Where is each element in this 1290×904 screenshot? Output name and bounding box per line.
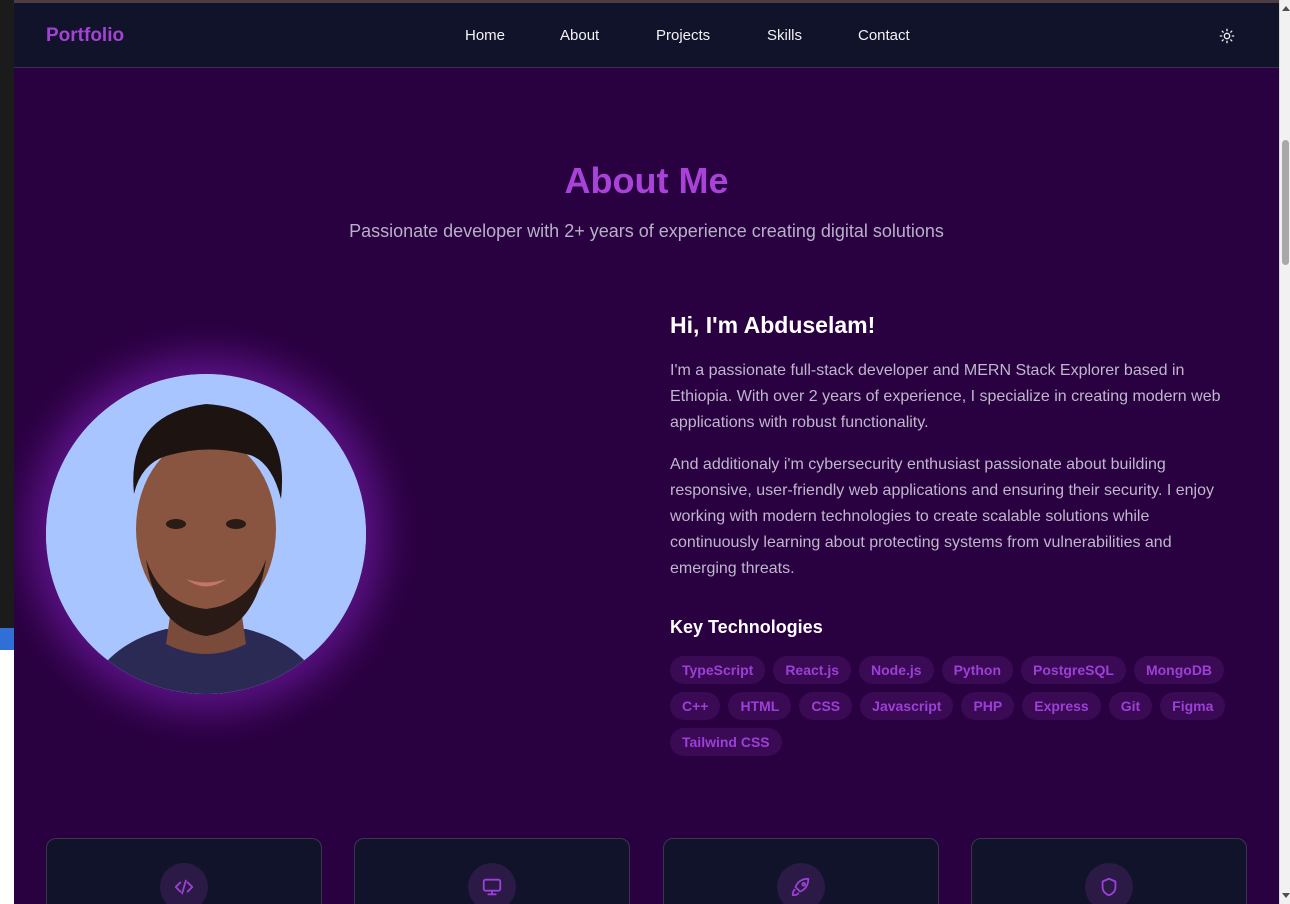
technology-tags: TypeScript React.js Node.js Python Postg… [670,656,1250,756]
tech-tag: Javascript [860,692,954,720]
sun-icon [1219,28,1235,44]
tech-tag: PHP [961,692,1015,720]
section-subtitle: Passionate developer with 2+ years of ex… [349,221,944,241]
tech-tag: Figma [1160,692,1226,720]
card-icon-wrapper [468,863,516,904]
scroll-up-arrow-icon[interactable] [1282,6,1290,11]
feature-card-shield [971,838,1247,904]
portfolio-page: Portfolio Home About Projects Skills Con… [14,0,1279,904]
navbar: Portfolio Home About Projects Skills Con… [14,0,1279,68]
monitor-icon [482,878,502,896]
tech-tag: MongoDB [1133,656,1225,684]
tech-tag: CSS [799,692,853,720]
section-title: About Me [564,160,729,201]
key-technologies-heading: Key Technologies [670,617,823,637]
code-icon [174,879,194,895]
feature-card-code [46,838,322,904]
tech-tag: HTML [728,692,792,720]
about-paragraph-1: I'm a passionate full-stack developer an… [670,362,1221,431]
tech-tag: Express [1022,692,1101,720]
tech-tag: Tailwind CSS [670,728,782,756]
scroll-down-arrow-icon[interactable] [1282,893,1290,898]
vertical-scrollbar[interactable] [1279,0,1290,904]
card-icon-wrapper [777,863,825,904]
feature-card-rocket [663,838,939,904]
scrollbar-thumb[interactable] [1282,140,1289,265]
about-paragraph-2: And additionaly i'm cybersecurity enthus… [670,456,1214,577]
left-edge-blue-marker [0,628,14,650]
tech-tag: PostgreSQL [1021,656,1126,684]
nav-link-about[interactable]: About [560,27,599,44]
logo[interactable]: Portfolio [46,25,124,47]
tech-tag: C++ [670,692,721,720]
nav-link-skills[interactable]: Skills [767,27,802,44]
tech-tag: Git [1108,692,1153,720]
tech-tag: React.js [773,656,852,684]
left-window-edge [0,0,14,904]
feature-card-monitor [354,838,630,904]
nav-link-contact[interactable]: Contact [858,27,910,44]
card-icon-wrapper [160,863,208,904]
person-portrait-illustration [46,374,366,694]
shield-icon [1101,877,1117,897]
greeting-heading: Hi, I'm Abduselam! [670,312,876,338]
nav-link-projects[interactable]: Projects [656,27,710,44]
rocket-icon [791,877,810,897]
tech-tag: TypeScript [670,656,766,684]
theme-toggle-button[interactable] [1214,23,1240,49]
left-edge-white-area [0,650,14,904]
card-icon-wrapper [1085,863,1133,904]
tech-tag: Python [941,656,1014,684]
profile-photo [46,374,366,694]
nav-link-home[interactable]: Home [465,27,505,44]
tech-tag: Node.js [859,656,934,684]
